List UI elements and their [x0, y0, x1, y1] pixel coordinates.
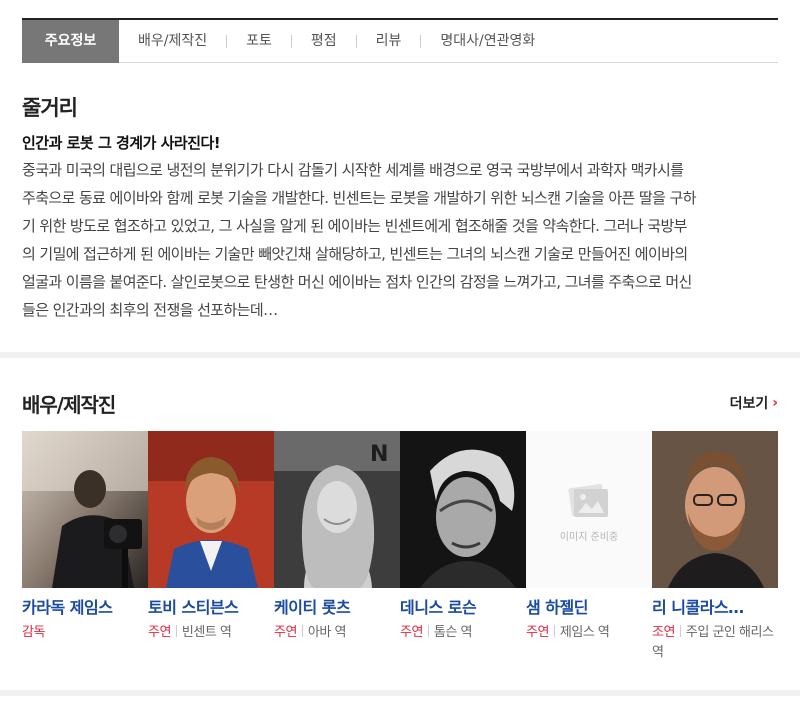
tab-label: 주요정보 — [44, 33, 97, 49]
section-divider — [0, 352, 800, 358]
tab-main-info[interactable]: 주요정보 — [22, 20, 119, 63]
role-kind: 주연 — [148, 625, 171, 640]
role-detail: 빈센트 역 — [181, 625, 232, 640]
cast-photo[interactable] — [400, 431, 526, 588]
cast-list: 카라독 제임스 감독 토비 스티븐스 주연 빈센트 역 N 케이티 롯츠 주연 … — [22, 431, 778, 663]
cast-role: 주연 빈센트 역 — [148, 623, 274, 643]
tab-rating[interactable]: 평점 — [292, 20, 356, 63]
synopsis-line: 중국과 미국의 대립으로 냉전의 분위기가 다시 감돌기 시작한 세계를 배경으… — [22, 161, 684, 179]
synopsis-line: 기 위한 방도로 협조하고 있었고, 그 사실을 알게 된 에이바는 빈센트에게… — [22, 217, 687, 235]
cast-name[interactable]: 케이티 롯츠 — [274, 594, 400, 618]
cast-card[interactable]: 데니스 로슨 주연 톰슨 역 — [400, 431, 526, 663]
role-kind: 주연 — [274, 625, 297, 640]
cast-name[interactable]: 토비 스티븐스 — [148, 594, 274, 618]
cast-photo-placeholder[interactable]: 이미지 준비중 — [526, 431, 652, 588]
cast-photo[interactable] — [148, 431, 274, 588]
synopsis-line: 얼굴과 이름을 붙여준다. 살인로봇으로 탄생한 머신 에이바는 점차 인간의 … — [22, 273, 692, 291]
role-kind: 주연 — [526, 625, 549, 640]
tab-review[interactable]: 리뷰 — [357, 20, 421, 63]
role-divider — [679, 625, 681, 637]
cast-role: 주연 제임스 역 — [526, 623, 652, 643]
role-detail: 톰슨 역 — [433, 625, 473, 640]
role-divider — [553, 625, 555, 637]
cast-name[interactable]: 데니스 로슨 — [400, 594, 526, 618]
tab-label: 리뷰 — [375, 33, 402, 49]
cast-card[interactable]: N 케이티 롯츠 주연 아바 역 — [274, 431, 400, 663]
role-divider — [301, 625, 303, 637]
cast-role: 주연 아바 역 — [274, 623, 400, 643]
role-kind: 감독 — [22, 625, 45, 640]
detail-tabs: 주요정보 배우/제작진 포토 평점 리뷰 명대사/연관영화 — [22, 18, 778, 63]
cast-photo[interactable] — [22, 431, 148, 588]
synopsis-tagline: 인간과 로봇 그 경계가 사라진다! — [22, 134, 221, 152]
synopsis-body: 중국과 미국의 대립으로 냉전의 분위기가 다시 감돌기 시작한 세계를 배경으… — [22, 156, 780, 324]
role-detail: 제임스 역 — [559, 625, 610, 640]
image-placeholder-icon — [568, 484, 608, 517]
cast-photo[interactable] — [652, 431, 778, 588]
cast-name[interactable]: 카라독 제임스 — [22, 594, 148, 618]
role-kind: 조연 — [652, 625, 675, 640]
synopsis-line: 의 기밀에 접근하게 된 에이바는 기술만 빼앗긴채 살해당하고, 빈센트는 그… — [22, 245, 688, 263]
tab-photo[interactable]: 포토 — [227, 20, 291, 63]
chevron-right-icon: › — [772, 395, 778, 411]
tab-quotes-related[interactable]: 명대사/연관영화 — [421, 20, 554, 63]
cast-section-title: 배우/제작진 — [22, 393, 116, 417]
movie-detail-page: 주요정보 배우/제작진 포토 평점 리뷰 명대사/연관영화 줄거리 인간과 로봇… — [0, 0, 800, 708]
cast-role: 감독 — [22, 623, 148, 643]
cast-role: 주연 톰슨 역 — [400, 623, 526, 643]
tab-label: 명대사/연관영화 — [440, 33, 536, 49]
role-detail: 아바 역 — [307, 625, 347, 640]
cast-role: 조연 주입 군인 해리스 역 — [652, 623, 778, 663]
tab-label: 배우/제작진 — [138, 33, 208, 49]
cast-card[interactable]: 카라독 제임스 감독 — [22, 431, 148, 663]
more-button[interactable]: 더보기 › — [730, 393, 778, 413]
synopsis-title: 줄거리 — [22, 96, 78, 120]
placeholder-text: 이미지 준비중 — [559, 532, 619, 543]
cast-photo[interactable]: N — [274, 431, 400, 588]
role-divider — [427, 625, 429, 637]
tab-label: 포토 — [246, 33, 272, 49]
cast-card[interactable]: 토비 스티븐스 주연 빈센트 역 — [148, 431, 274, 663]
cast-card[interactable]: 리 니콜라스… 조연 주입 군인 해리스 역 — [652, 431, 778, 663]
cast-card[interactable]: 이미지 준비중 샘 하젤딘 주연 제임스 역 — [526, 431, 652, 663]
tab-cast[interactable]: 배우/제작진 — [119, 20, 226, 63]
synopsis-line: 들은 인간과의 최후의 전쟁을 선포하는데… — [22, 301, 278, 319]
synopsis-line: 주축으로 동료 에이바와 함께 로봇 기술을 개발한다. 빈센트는 로봇을 개발… — [22, 189, 697, 207]
tab-label: 평점 — [310, 33, 337, 49]
cast-name[interactable]: 샘 하젤딘 — [526, 594, 652, 618]
section-divider — [0, 690, 800, 696]
role-divider — [175, 625, 177, 637]
cast-name[interactable]: 리 니콜라스… — [652, 594, 778, 618]
svg-text:N: N — [370, 442, 388, 467]
role-kind: 주연 — [400, 625, 423, 640]
more-label: 더보기 — [729, 396, 769, 412]
